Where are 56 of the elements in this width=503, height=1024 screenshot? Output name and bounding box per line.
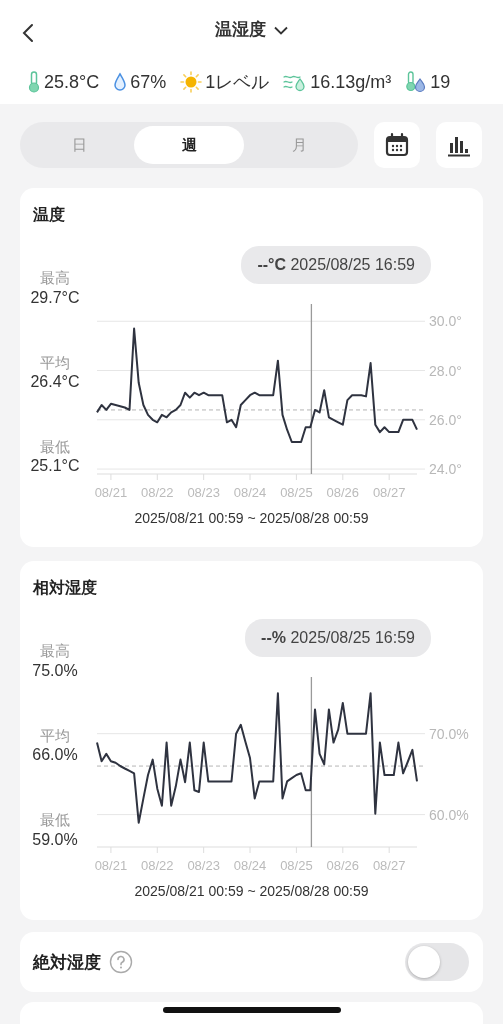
- chevron-left-icon: [22, 22, 34, 43]
- axis-label: 08/22: [141, 485, 174, 501]
- period-tab[interactable]: 週: [134, 126, 244, 164]
- chart-title: 温度: [32, 205, 66, 225]
- chart-title: 相対湿度: [31, 578, 98, 598]
- axis-label: 08/23: [187, 858, 220, 874]
- stat-label: 平均: [39, 352, 71, 373]
- axis-label: 08/21: [94, 858, 128, 874]
- axis-label: 70.0%: [429, 726, 469, 743]
- axis-label: 08/27: [372, 485, 406, 501]
- stat-value: 29.7°C: [29, 287, 81, 308]
- axis-label: 60.0%: [429, 807, 469, 823]
- toggle-switch[interactable]: [405, 943, 469, 982]
- axis-label: 24.0°: [429, 461, 462, 478]
- chevron-down-icon: [274, 25, 288, 35]
- stat-label: 最高: [39, 268, 71, 288]
- toggle-label: 絶対湿度: [33, 951, 101, 974]
- axis-label: 26.0°: [429, 412, 462, 428]
- axis-label: 08/25: [280, 858, 313, 874]
- axis-label: 08/27: [372, 858, 406, 874]
- drop-icon: [113, 72, 128, 92]
- sun-icon: [180, 71, 203, 93]
- stat-label: 最高: [39, 641, 71, 661]
- stat-value: 26.4°C: [29, 372, 81, 393]
- axis-label: 28.0°: [429, 362, 462, 379]
- reading-value: 67%: [130, 70, 167, 94]
- axis-label: 08/22: [141, 858, 174, 874]
- axis-label: 08/24: [233, 858, 267, 874]
- tooltip-pill: --°C 2025/08/25 16:59: [241, 246, 431, 285]
- axis-label: 08/25: [280, 485, 313, 501]
- stat-value: 66.0%: [31, 745, 79, 766]
- thermometer-icon: [27, 71, 41, 93]
- title-dropdown[interactable]: 温湿度: [215, 17, 288, 43]
- axis-label: 08/21: [94, 485, 128, 501]
- tooltip-pill: --% 2025/08/25 16:59: [245, 619, 431, 658]
- date-range: 2025/08/21 00:59 ~ 2025/08/28 00:59: [133, 509, 370, 529]
- reading-value: 19: [430, 70, 451, 94]
- axis-label: 08/26: [326, 485, 360, 501]
- stat-label: 平均: [39, 725, 71, 746]
- stat-label: 最低: [39, 436, 71, 457]
- reading-value: 1レベル: [205, 70, 270, 94]
- axis-label: 30.0°: [429, 313, 462, 330]
- stat-value: 59.0%: [31, 829, 79, 850]
- calendar-icon: [384, 132, 410, 158]
- calendar-button[interactable]: [374, 122, 420, 168]
- axis-label: 08/23: [187, 485, 220, 501]
- thermometer-drop-icon: [405, 71, 428, 93]
- axis-label: 08/26: [326, 858, 360, 874]
- stat-value: 75.0%: [31, 660, 79, 681]
- axis-label: 08/24: [233, 485, 267, 501]
- stat-label: 最低: [39, 810, 71, 830]
- reading-value: 16.13g/m³: [310, 70, 392, 94]
- reading-value: 25.8°C: [44, 70, 100, 94]
- bar-chart-button[interactable]: [436, 122, 482, 168]
- date-range: 2025/08/21 00:59 ~ 2025/08/28 00:59: [133, 882, 370, 902]
- stat-value: 25.1°C: [29, 456, 81, 477]
